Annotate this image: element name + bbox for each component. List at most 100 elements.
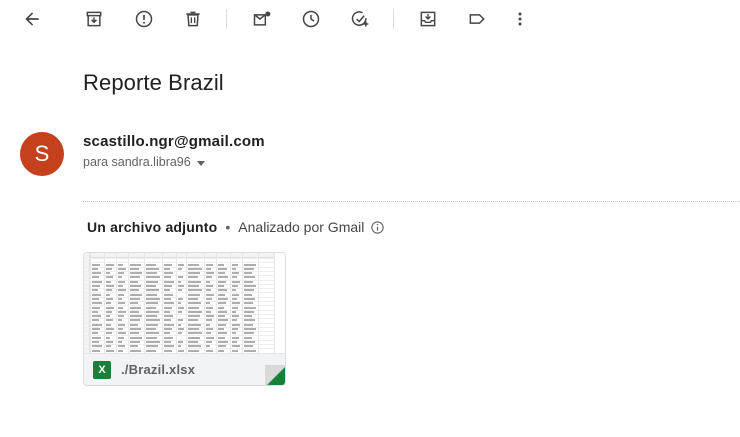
sheet-cell-text (129, 280, 138, 283)
scanned-by-gmail: Analizado por Gmail (238, 219, 365, 235)
sheet-cell-text (117, 319, 122, 322)
sheet-cell-text (129, 276, 140, 279)
back-button[interactable] (19, 6, 45, 32)
sheet-cell-text (91, 306, 100, 309)
sheet-cell-text (129, 319, 140, 322)
archive-icon (86, 11, 102, 27)
sheet-cell-text (217, 349, 224, 352)
more-options-button[interactable] (507, 6, 533, 32)
sheet-cell-text (105, 319, 113, 322)
sheet-cell-text (117, 349, 123, 352)
sheet-cell-text (187, 306, 199, 309)
sheet-cell-text (205, 328, 213, 330)
sheet-cell-text (117, 289, 126, 292)
attachments-separator: • (225, 219, 231, 235)
sheet-cell-text (231, 323, 240, 326)
snooze-icon (302, 10, 320, 28)
attachments-header: Un archivo adjunto • Analizado por Gmail (87, 219, 385, 235)
sheet-cell-text (105, 310, 112, 313)
sheet-cell-text (205, 332, 211, 335)
sheet-cell-text (243, 297, 255, 300)
sheet-cell-text (243, 306, 256, 309)
sheet-cell-text (129, 285, 141, 287)
sheet-cell-text (243, 302, 253, 305)
sheet-cell-text (187, 310, 202, 313)
sheet-cell-text (205, 323, 210, 326)
snooze-button[interactable] (298, 6, 324, 32)
sheet-cell-text (145, 340, 160, 343)
sheet-cell-text (117, 345, 125, 348)
sheet-cell-text (117, 315, 124, 318)
sheet-cell-text (231, 302, 240, 305)
sheet-cell-text (217, 272, 225, 275)
recipient-text: para sandra.libra96 (83, 155, 191, 169)
sheet-cell-text (145, 310, 159, 313)
sheet-cell-text (231, 272, 239, 275)
sheet-cell-text (217, 336, 225, 339)
sheet-cell-text (177, 302, 181, 305)
sheet-cell-text (129, 315, 142, 318)
sheet-cell-text (163, 297, 171, 300)
sheet-cell-text (187, 285, 199, 287)
sheet-cell-text (243, 345, 253, 348)
sheet-cell-text (145, 289, 159, 292)
sheet-cell-text (145, 267, 159, 270)
sheet-cell-text (231, 280, 240, 283)
sender-address[interactable]: scastillo.ngr@gmail.com (83, 133, 265, 150)
attachment-footer: X ./Brazil.xlsx (84, 353, 285, 385)
info-icon[interactable] (370, 220, 385, 235)
mark-unread-icon (253, 11, 271, 26)
sheet-cell-text (231, 349, 238, 352)
label-icon (469, 14, 485, 24)
sheet-grid-column (274, 253, 275, 353)
add-task-button[interactable] (347, 6, 373, 32)
sheet-cell-text (217, 340, 228, 343)
sheet-cell-text (129, 302, 138, 305)
sheet-cell-text (91, 336, 101, 339)
sheet-cell-text (217, 332, 227, 335)
sheet-cell-text (243, 267, 254, 270)
sheet-cell-text (205, 310, 211, 313)
sheet-cell-text (91, 293, 101, 296)
sheet-cell-text (243, 319, 255, 322)
move-to-button[interactable] (415, 6, 441, 32)
toolbar-separator (393, 9, 394, 29)
sheet-cell-text (117, 272, 124, 275)
sheet-cell-text (129, 336, 142, 339)
sheet-cell-text (129, 345, 138, 348)
sheet-cell-text (187, 302, 201, 305)
sheet-cell-text (105, 272, 110, 275)
sheet-cell-text (163, 328, 172, 330)
sheet-cell-text (231, 345, 240, 348)
sheet-cell-text (145, 280, 158, 283)
sheet-cell-text (117, 293, 124, 296)
back-arrow-icon (25, 12, 39, 26)
email-subject: Reporte Brazil (83, 70, 224, 95)
attachment-card[interactable]: X ./Brazil.xlsx (83, 252, 286, 386)
sheet-grid-row (84, 258, 274, 259)
sheet-cell-text (187, 276, 198, 279)
recipient-details-toggle[interactable]: para sandra.libra96 (83, 155, 205, 169)
sender-avatar[interactable]: S (20, 132, 64, 176)
sheet-cell-text (187, 345, 201, 348)
sheet-cell-text (177, 328, 184, 330)
sheet-cell-text (231, 293, 239, 296)
delete-icon (186, 11, 200, 27)
sheet-cell-text (217, 297, 228, 300)
sheet-cell-text (217, 319, 228, 322)
sheet-cell-text (117, 323, 125, 326)
sheet-cell-text (187, 293, 200, 296)
sheet-cell-text (117, 336, 124, 339)
sheet-cell-text (105, 332, 112, 335)
sheet-cell-text (163, 293, 173, 296)
sheet-cell-text (105, 323, 111, 326)
sheet-cell-text (91, 280, 102, 283)
label-button[interactable] (464, 6, 490, 32)
sheet-cell-text (217, 323, 226, 326)
sheet-cell-text (117, 285, 123, 287)
archive-button[interactable] (81, 6, 107, 32)
mark-unread-button[interactable] (249, 6, 275, 32)
report-spam-button[interactable] (131, 6, 157, 32)
sheet-cell-text (187, 280, 201, 283)
delete-button[interactable] (180, 6, 206, 32)
